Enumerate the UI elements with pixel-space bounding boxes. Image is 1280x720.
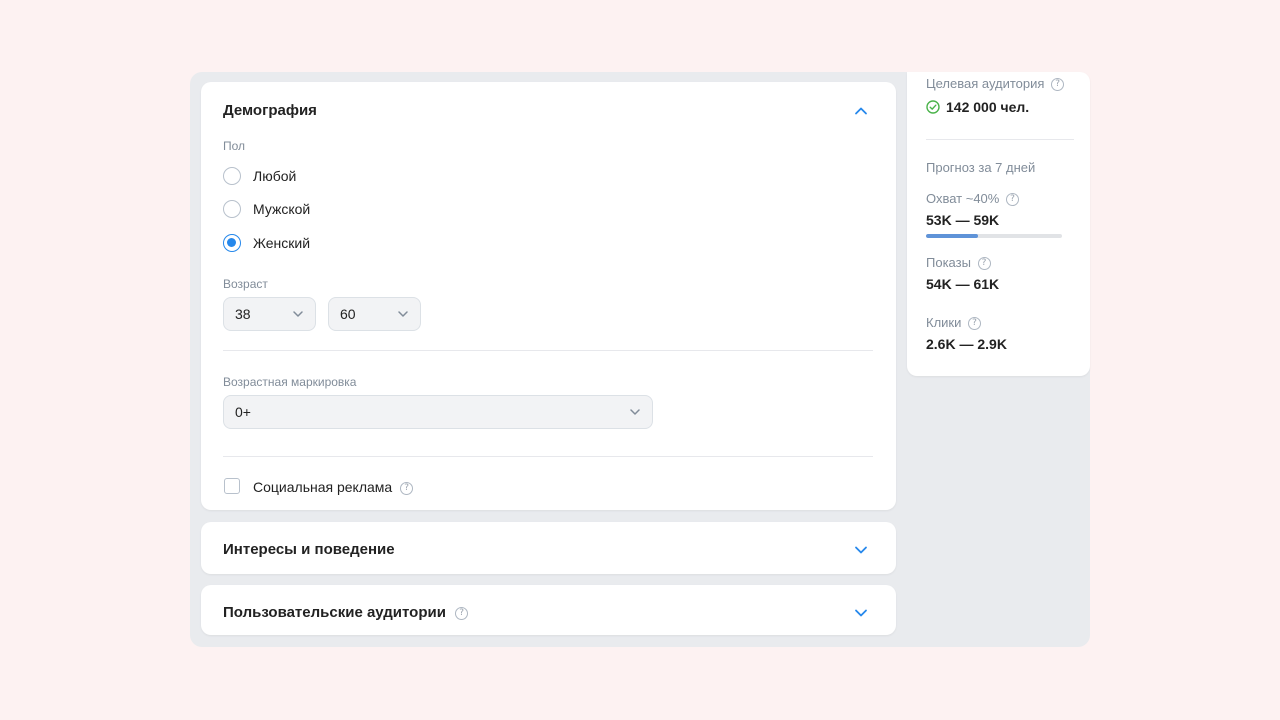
demography-section: Демография Пол Любой Мужской Женский Воз… (201, 82, 896, 510)
help-icon[interactable]: ? (1051, 78, 1065, 92)
interests-section[interactable]: Интересы и поведение (201, 522, 896, 574)
radio-male[interactable] (223, 200, 241, 218)
social-ad-label: Социальная реклама (253, 479, 393, 495)
gender-label: Пол (223, 139, 246, 153)
help-icon[interactable]: ? (977, 257, 991, 271)
gender-option-female[interactable]: Женский (223, 234, 310, 252)
check-circle-icon (926, 100, 940, 114)
chevron-down-icon (293, 311, 303, 317)
custom-audiences-title: Пользовательские аудитории (223, 604, 446, 621)
age-from-select[interactable]: 38 (223, 297, 316, 331)
age-from-value: 38 (235, 306, 251, 322)
divider (223, 456, 873, 457)
impressions-label: Показы (926, 255, 971, 270)
age-rating-label: Возрастная маркировка (223, 375, 357, 389)
social-ad-checkbox[interactable] (224, 478, 240, 494)
help-icon[interactable]: ? (400, 481, 414, 495)
chevron-down-icon[interactable] (853, 605, 869, 621)
age-to-select[interactable]: 60 (328, 297, 421, 331)
target-audience-value: 142 000 чел. (946, 99, 1030, 115)
help-icon[interactable]: ? (968, 317, 981, 331)
clicks-row: Клики ? (926, 315, 981, 331)
reach-value: 53K — 59K (926, 212, 1000, 228)
chevron-down-icon (398, 311, 408, 317)
target-audience-value-row: 142 000 чел. (926, 99, 1029, 115)
clicks-value: 2.6K — 2.9K (926, 336, 1007, 352)
chevron-up-icon[interactable] (853, 103, 869, 119)
chevron-down-icon (630, 409, 640, 415)
radio-female[interactable] (223, 234, 241, 252)
radio-any[interactable] (223, 167, 241, 185)
impressions-value: 54K — 61K (926, 276, 1000, 292)
target-audience-label: Целевая аудитория (926, 76, 1045, 91)
gender-option-male[interactable]: Мужской (223, 200, 310, 218)
forecast-label: Прогноз за 7 дней (926, 160, 1036, 175)
reach-row: Охват ~40% ? (926, 191, 1019, 207)
impressions-row: Показы ? (926, 255, 991, 271)
custom-audiences-section[interactable]: Пользовательские аудитории ? (201, 585, 896, 635)
demography-title: Демография (223, 102, 317, 119)
reach-progress-bar (926, 234, 1062, 238)
audience-summary: Целевая аудитория ? 142 000 чел. Прогноз… (907, 72, 1090, 376)
divider (926, 139, 1074, 140)
chevron-down-icon[interactable] (853, 542, 869, 558)
gender-option-any[interactable]: Любой (223, 167, 296, 185)
age-to-value: 60 (340, 306, 356, 322)
help-icon[interactable]: ? (455, 606, 469, 620)
custom-audiences-row: Пользовательские аудитории ? (223, 604, 469, 621)
social-ad-row: Социальная реклама ? (253, 479, 414, 495)
radio-label: Мужской (253, 201, 311, 217)
reach-progress-fill (926, 234, 978, 238)
age-rating-value: 0+ (235, 404, 251, 420)
radio-label: Любой (253, 168, 297, 184)
target-audience-row: Целевая аудитория ? (926, 76, 1065, 92)
radio-label: Женский (253, 235, 311, 251)
age-rating-select[interactable]: 0+ (223, 395, 653, 429)
divider (223, 350, 873, 351)
interests-title: Интересы и поведение (223, 541, 395, 558)
age-label: Возраст (223, 277, 268, 291)
help-icon[interactable]: ? (1005, 193, 1019, 207)
clicks-label: Клики (926, 315, 962, 330)
reach-label: Охват ~40% (926, 191, 1000, 206)
